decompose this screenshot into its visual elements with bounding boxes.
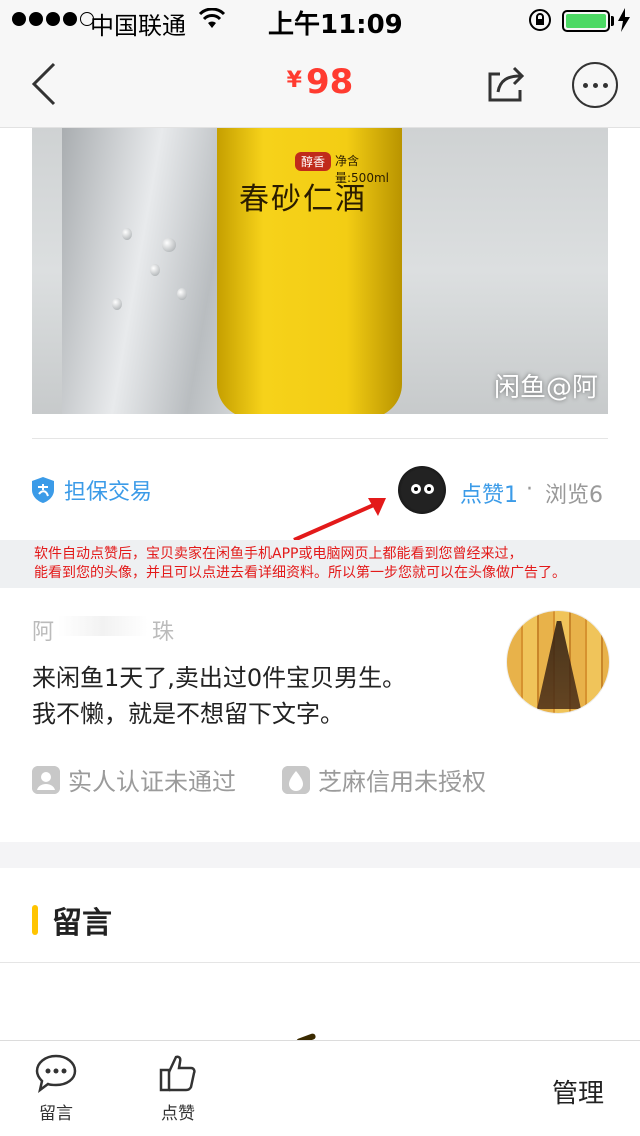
- status-bar: 中国联通 上午11:09: [0, 0, 640, 40]
- water-drop: [177, 288, 187, 300]
- id-verify-icon: [32, 765, 60, 794]
- thumbs-up-icon: [159, 1055, 196, 1092]
- more-options-button[interactable]: [572, 62, 618, 108]
- rotation-lock-icon: [529, 9, 551, 31]
- realname-badge-label: 实人认证未通过: [68, 768, 236, 796]
- liker-avatar[interactable]: [398, 466, 446, 514]
- seller-bio: 来闲鱼1天了,卖出过0件宝贝男生。 我不懒，就是不想留下文字。: [32, 660, 406, 732]
- signal-strength-icon: [12, 12, 94, 26]
- seller-avatar[interactable]: [506, 610, 610, 714]
- credit-badge[interactable]: 芝麻信用未授权: [282, 762, 486, 797]
- messages-title: 留言: [52, 906, 112, 941]
- guarantee-trade-link[interactable]: 担保交易: [32, 474, 152, 506]
- view-count: 浏览6: [545, 483, 603, 508]
- annotation-line-2: 能看到您的头像，并且可以点进去看详细资料。所以第一步您就可以在头像做广告了。: [34, 565, 566, 581]
- seller-badges: 实人认证未通过 芝麻信用未授权: [32, 762, 486, 797]
- messages-header: 留言: [32, 898, 112, 942]
- name-redaction-blur: [58, 616, 148, 636]
- photo-watermark: 闲鱼@阿: [493, 373, 598, 403]
- battery-level-fill: [566, 14, 606, 28]
- alipay-shield-icon: [32, 477, 54, 503]
- label-tag: 醇香: [295, 152, 332, 171]
- avatar-eye: [424, 484, 434, 494]
- guarantee-label: 担保交易: [64, 480, 153, 505]
- sesame-credit-icon: [282, 765, 310, 794]
- battery-cap: [611, 16, 614, 26]
- charging-bolt-icon: [618, 8, 630, 32]
- divider: [0, 962, 640, 963]
- separator-dot: ·: [526, 477, 533, 502]
- bio-line-1: 来闲鱼1天了,卖出过0件宝贝男生。: [32, 664, 407, 692]
- like-button[interactable]: 点赞: [144, 1053, 212, 1124]
- wine-bottle: 醇香 净含量:500ml 春砂仁酒: [217, 128, 402, 414]
- bio-line-2: 我不懒，就是不想留下文字。: [32, 700, 344, 728]
- price-value: 98: [305, 62, 354, 102]
- wifi-icon: [198, 8, 226, 28]
- annotation-line-1: 软件自动点赞后，宝贝卖家在闲鱼手机APP或电脑网页上都能看到您曾经来过，: [34, 546, 523, 562]
- section-accent-bar: [32, 905, 38, 935]
- product-photo[interactable]: 醇香 净含量:500ml 春砂仁酒 闲鱼@阿: [32, 128, 608, 414]
- currency-symbol: ¥: [286, 68, 302, 93]
- message-button-label: 留言: [39, 1104, 73, 1124]
- water-drop: [112, 298, 122, 310]
- label-product-name: 春砂仁酒: [239, 182, 367, 217]
- chat-bubble-icon: [35, 1054, 77, 1093]
- realname-badge[interactable]: 实人认证未通过: [32, 762, 236, 797]
- water-drop: [162, 238, 176, 252]
- bottom-action-bar: 留言 点赞 管理: [0, 1040, 640, 1136]
- status-time: 上午11:09: [268, 10, 403, 40]
- water-drop: [122, 228, 132, 240]
- share-button[interactable]: [484, 60, 528, 104]
- credit-badge-label: 芝麻信用未授权: [318, 768, 486, 796]
- like-button-label: 点赞: [161, 1104, 195, 1124]
- carrier-name: 中国联通: [90, 12, 186, 40]
- water-drop: [150, 264, 160, 276]
- battery-icon: [562, 10, 610, 32]
- like-count[interactable]: 点赞1: [460, 477, 518, 509]
- annotation-note: 软件自动点赞后，宝贝卖家在闲鱼手机APP或电脑网页上都能看到您曾经来过， 能看到…: [0, 540, 640, 588]
- manage-button[interactable]: 管理: [552, 1073, 604, 1110]
- red-arrow-annotation: [293, 498, 386, 542]
- bottle-label: 醇香 净含量:500ml 春砂仁酒: [235, 138, 389, 288]
- divider: [32, 438, 608, 439]
- nav-bar: ¥98: [0, 40, 640, 128]
- eiffel-tower-image: [537, 621, 581, 709]
- message-button[interactable]: 留言: [22, 1053, 90, 1124]
- item-price: ¥98: [0, 62, 640, 102]
- avatar-eye: [411, 484, 421, 494]
- section-gap: [0, 842, 640, 868]
